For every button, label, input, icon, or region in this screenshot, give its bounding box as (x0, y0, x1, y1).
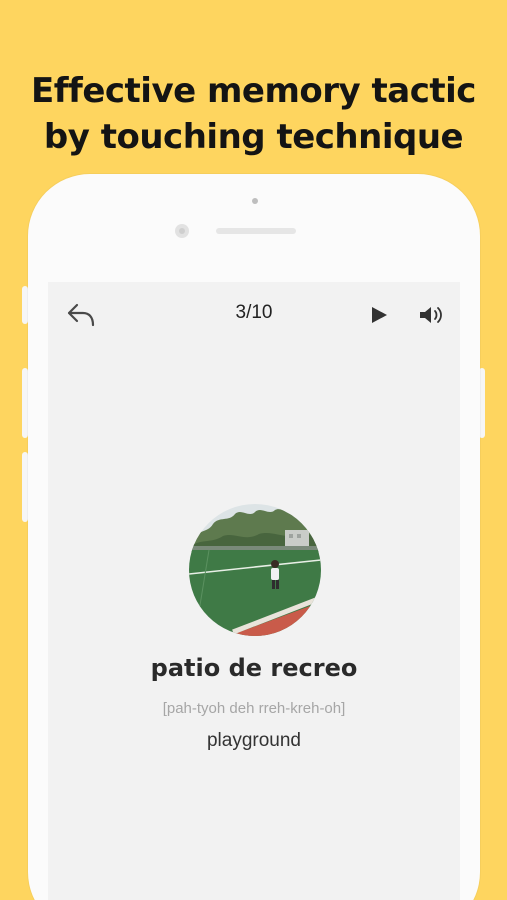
reply-arrow-icon (67, 303, 95, 327)
pronunciation: [pah-tyoh deh rreh-kreh-oh] (162, 700, 346, 717)
back-button[interactable] (64, 298, 98, 332)
sound-button[interactable] (414, 298, 448, 332)
app-screen: 3/10 patio de recreo [pah-tyoh deh rreh-… (48, 282, 460, 900)
word-image (189, 504, 321, 636)
card-counter: 3/10 (235, 302, 273, 323)
promo-headline: Effective memory tactic by touching tech… (0, 68, 507, 160)
phone-camera (175, 224, 189, 238)
phone-earpiece (216, 228, 296, 234)
foreign-word: patio de recreo (150, 654, 358, 682)
headline-line-2: by touching technique (43, 117, 464, 157)
speaker-icon (420, 307, 442, 323)
flashcard-toolbar: 3/10 (48, 282, 460, 344)
headline-line-1: Effective memory tactic (31, 71, 476, 111)
play-button[interactable] (364, 300, 394, 330)
play-icon (372, 307, 387, 323)
word-meaning: playground (206, 730, 302, 751)
phone-sensor (252, 198, 258, 204)
